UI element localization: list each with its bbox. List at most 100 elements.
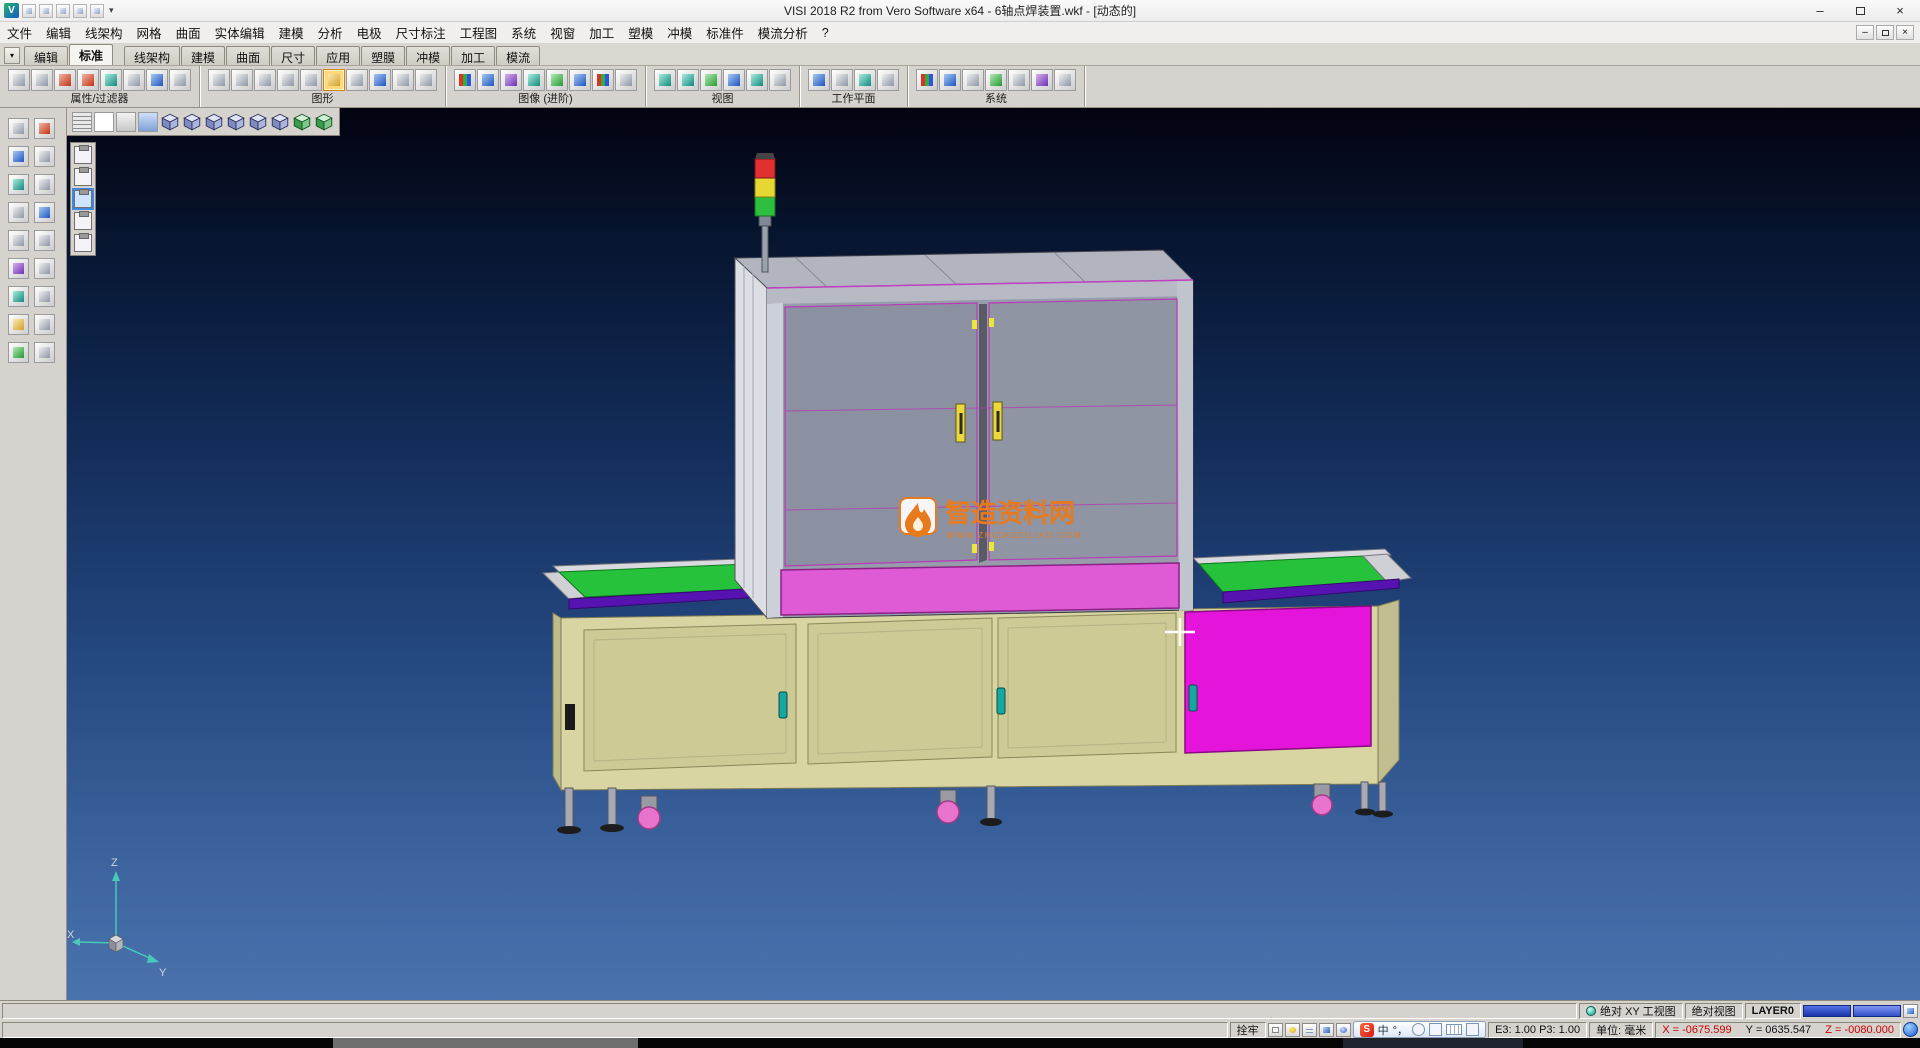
menu-die[interactable]: 冲模 [660, 20, 699, 45]
ime-toolbox-icon[interactable] [1466, 1023, 1479, 1036]
workplane-rotate-icon[interactable] [854, 69, 876, 91]
workplane-align-icon[interactable] [831, 69, 853, 91]
tab-dimension[interactable]: 尺寸 [271, 46, 315, 65]
graphics-viewport[interactable]: 智造资料网 WWW.ZHIZAOZILIAO.COM Z X Y [67, 108, 1920, 1000]
magnet-icon[interactable] [146, 69, 168, 91]
quick-access-dropdown-icon[interactable]: ▾ [107, 5, 116, 16]
menu-wireframe[interactable]: 线架构 [78, 20, 130, 45]
counter-icon[interactable] [1319, 1023, 1334, 1037]
move-icon[interactable] [8, 174, 29, 195]
environment-icon[interactable] [546, 69, 568, 91]
menu-electrode[interactable]: 电极 [350, 20, 389, 45]
camera-icon[interactable] [769, 69, 791, 91]
extend-icon[interactable] [34, 230, 55, 251]
fillet-icon[interactable] [8, 258, 29, 279]
grid-settings-icon[interactable] [1008, 69, 1030, 91]
grid-display-icon[interactable] [346, 69, 368, 91]
workplane-list-icon[interactable] [877, 69, 899, 91]
menu-edit[interactable]: 编辑 [39, 20, 78, 45]
section-view-icon[interactable] [592, 69, 614, 91]
snap-ball-icon[interactable] [1285, 1023, 1300, 1037]
lighting-icon[interactable] [523, 69, 545, 91]
dimension-icon[interactable] [34, 286, 55, 307]
properties-icon[interactable] [34, 314, 55, 335]
color-palette-icon[interactable] [916, 69, 938, 91]
print-icon[interactable] [73, 4, 87, 18]
ime-punctuation-toggle[interactable]: °， [1393, 1022, 1408, 1038]
lock-panel[interactable]: 拴牢 [1230, 1022, 1266, 1038]
shading-active-icon[interactable] [323, 69, 345, 91]
ime-emoji-icon[interactable] [1412, 1023, 1425, 1036]
database-icon[interactable] [369, 69, 391, 91]
render-sphere-icon[interactable] [454, 69, 476, 91]
ime-keyboard-icon[interactable] [1446, 1024, 1462, 1035]
texture-icon[interactable] [500, 69, 522, 91]
scissors-icon[interactable] [54, 69, 76, 91]
properties-brush-icon[interactable] [8, 69, 30, 91]
close-button[interactable]: × [1880, 0, 1920, 21]
menu-mold[interactable]: 塑模 [621, 20, 660, 45]
menu-help[interactable]: ? [815, 23, 836, 43]
save-icon[interactable] [56, 4, 70, 18]
tab-modeling[interactable]: 建模 [181, 46, 225, 65]
workplane-create-icon[interactable] [808, 69, 830, 91]
globe-icon[interactable] [939, 69, 961, 91]
rotate-icon[interactable] [34, 174, 55, 195]
cylinder-display-icon[interactable] [277, 69, 299, 91]
pillar-display-icon[interactable] [300, 69, 322, 91]
menu-analysis[interactable]: 分析 [311, 20, 350, 45]
erase-icon[interactable] [34, 118, 55, 139]
render-style-icon[interactable] [415, 69, 437, 91]
previous-view-icon[interactable] [746, 69, 768, 91]
tab-dropdown-icon[interactable]: ▾ [4, 47, 20, 64]
undo-icon[interactable] [90, 4, 104, 18]
tab-standard[interactable]: 标准 [69, 44, 113, 65]
properties-copy-icon[interactable] [31, 69, 53, 91]
pan-hand-icon[interactable] [8, 146, 29, 167]
filter-icon[interactable] [100, 69, 122, 91]
menu-standard-parts[interactable]: 标准件 [699, 20, 751, 45]
menu-drawing[interactable]: 工程图 [453, 20, 505, 45]
ime-logo-icon[interactable]: S [1360, 1023, 1374, 1037]
tab-wireframe[interactable]: 线架构 [124, 46, 180, 65]
tab-flow[interactable]: 模流 [496, 46, 540, 65]
measure-icon[interactable] [8, 286, 29, 307]
new-document-icon[interactable] [22, 4, 36, 18]
layers-icon[interactable] [8, 314, 29, 335]
shadow-icon[interactable] [569, 69, 591, 91]
menu-file[interactable]: 文件 [0, 20, 39, 45]
chamfer-icon[interactable] [34, 258, 55, 279]
help-icon[interactable] [1336, 1023, 1351, 1037]
open-file-icon[interactable] [39, 4, 53, 18]
menu-flow-analysis[interactable]: 模流分析 [751, 20, 815, 45]
column-display-icon[interactable] [392, 69, 414, 91]
layer-manager-icon[interactable] [985, 69, 1007, 91]
dynamic-rotate-icon[interactable] [700, 69, 722, 91]
filter-clear-icon[interactable] [123, 69, 145, 91]
snapshot-icon[interactable] [615, 69, 637, 91]
menu-modeling[interactable]: 建模 [272, 20, 311, 45]
minimize-button[interactable]: – [1800, 0, 1840, 21]
pan-view-icon[interactable] [723, 69, 745, 91]
ime-language-toggle[interactable]: 中 [1378, 1022, 1389, 1038]
offset-icon[interactable] [34, 202, 55, 223]
select-arrow-icon[interactable] [8, 118, 29, 139]
mirror-icon[interactable] [8, 202, 29, 223]
layer-color-bar-2[interactable] [1853, 1005, 1901, 1017]
maximize-button[interactable] [1840, 0, 1880, 21]
scissors-alt-icon[interactable] [77, 69, 99, 91]
trim-icon[interactable] [8, 230, 29, 251]
wireframe-display-icon[interactable] [208, 69, 230, 91]
mdi-minimize-button[interactable]: – [1856, 25, 1874, 40]
selection-mask-icon[interactable] [169, 69, 191, 91]
model-canvas[interactable]: 智造资料网 WWW.ZHIZAOZILIAO.COM Z X Y [67, 108, 1920, 1000]
units-panel[interactable]: 单位: 毫米 [1589, 1022, 1653, 1038]
menu-surface[interactable]: 曲面 [169, 20, 208, 45]
zoom-window-icon[interactable] [677, 69, 699, 91]
menu-mesh[interactable]: 网格 [130, 20, 169, 45]
layer-color-bar-1[interactable] [1803, 1005, 1851, 1017]
menu-dimension[interactable]: 尺寸标注 [389, 20, 453, 45]
settings-icon[interactable] [34, 342, 55, 363]
layer-panel[interactable]: LAYER0 [1745, 1003, 1801, 1019]
tab-machining[interactable]: 加工 [451, 46, 495, 65]
